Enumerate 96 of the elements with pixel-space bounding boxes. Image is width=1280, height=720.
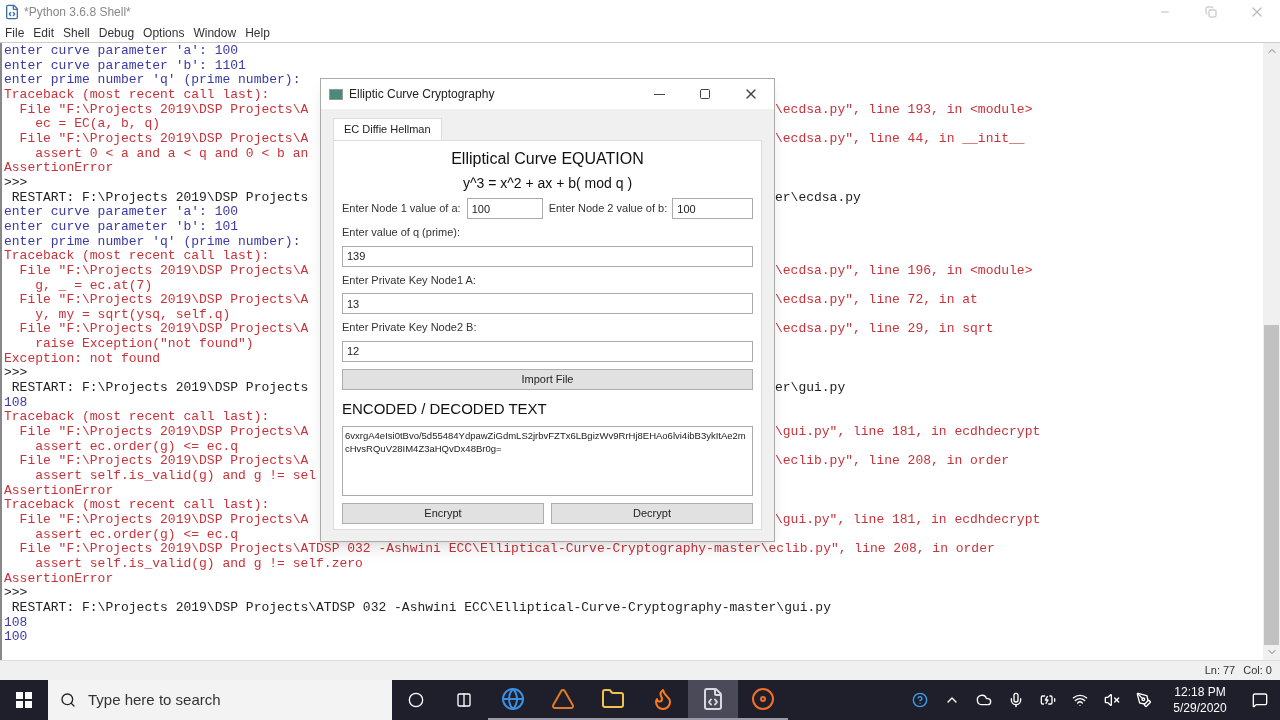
console-line: assert ec.order(g) <= ec.q <box>34 527 239 543</box>
console-line: enter curve parameter 'a': 100 <box>4 44 239 59</box>
tab[interactable]: EC Diffie Hellman <box>333 118 442 140</box>
console-line: File "F:\Projects 2019\DSP Projects\A <box>18 263 310 279</box>
console-line: File "F:\Projects 2019\DSP Projects\A <box>18 454 310 470</box>
console-line: enter prime number 'q' (prime number): <box>4 234 301 250</box>
console-line: 108 <box>4 615 28 631</box>
console-line: File "F:\Projects 2019\DSP Projects\A <box>18 131 310 147</box>
console-line: >>> <box>4 586 28 601</box>
menu-item[interactable]: Window <box>193 23 237 42</box>
menu-item[interactable]: Options <box>143 23 185 42</box>
console-line: Exception: not found <box>4 351 161 367</box>
clock-time[interactable]: 12:18 PM <box>1174 684 1226 700</box>
menu-item[interactable]: Debug <box>98 23 135 42</box>
output-text-area[interactable]: 6vxrgA4eIsi0tBvo/5d55484YdpawZiGdmLS2jrbvFZTx6LBgizWv9RrHj8EHAo6lvi4ibB3ykItAe2mcHvsRQuV28IM4Z3aHQvDx48Br0g= <box>342 426 753 496</box>
console-line: Traceback (most recent call last): <box>4 87 270 103</box>
action-button[interactable]: Decrypt <box>551 503 753 524</box>
menu-item[interactable]: Shell <box>63 23 90 42</box>
circle-icon <box>408 692 424 708</box>
input-field[interactable]: 100 <box>672 198 753 219</box>
console-line: \eclib.py", line 208, in order <box>775 454 1010 470</box>
input-field[interactable]: 13 <box>342 293 753 314</box>
scrollbar[interactable] <box>1263 43 1280 660</box>
console-line: RESTART: F:\Projects 2019\DSP Projects <box>10 190 310 206</box>
menu-item[interactable]: Edit <box>33 23 55 42</box>
input-field[interactable]: 12 <box>342 340 753 362</box>
console-line: Traceback (most recent call last): <box>4 249 270 264</box>
equation-text: y^3 = x^2 + ax + b( mod q ) <box>461 174 634 193</box>
menu-item[interactable]: File <box>5 23 25 42</box>
console-line: >>> <box>4 175 28 191</box>
console-line: g, _ = ec.at(7) <box>34 278 153 294</box>
action-button[interactable]: Encrypt <box>342 503 544 524</box>
console-line: 108 <box>4 395 28 411</box>
console-line: \gui.py", line 181, in ecdhdecrypt <box>775 513 1041 528</box>
console-line: enter prime number 'q' (prime number): <box>4 73 301 88</box>
restore-icon <box>1205 5 1217 18</box>
search-placeholder: Type here to search <box>88 689 221 710</box>
code-file-icon[interactable] <box>688 680 738 720</box>
field-label: Enter Private Key Node1 A: <box>342 272 477 288</box>
console-line: \ecdsa.py", line 193, in <module> <box>775 102 1033 118</box>
console-line: File "F:\Projects 2019\DSP Projects\A <box>18 513 310 528</box>
console-line: \ecdsa.py", line 44, in __init__ <box>775 131 1025 147</box>
dialog-title: Elliptic Curve Cryptography <box>349 86 495 103</box>
input-field[interactable]: 100 <box>466 198 543 219</box>
console-line: assert ec.order(g) <= ec.q <box>34 439 239 455</box>
output-heading: ENCODED / DECODED TEXT <box>342 398 548 419</box>
console-line: >>> <box>4 366 28 382</box>
window-title: *Python 3.6.8 Shell* <box>24 3 131 21</box>
console-line: er\gui.py <box>775 381 846 396</box>
equation-heading: Elliptical Curve EQUATION <box>450 149 645 169</box>
field-label: Enter Node 1 value of a: <box>342 201 461 217</box>
console-line: y, my = sqrt(ysq, self.q) <box>34 307 231 323</box>
search-icon <box>60 692 76 708</box>
console-line: assert self.is_valid(g) and g != self.zero <box>34 556 363 572</box>
console-line: File "F:\Projects 2019\DSP Projects\A <box>18 425 310 440</box>
console-line: RESTART: F:\Projects 2019\DSP Projects <box>10 381 310 396</box>
console-line: enter curve parameter 'a': 100 <box>4 205 239 220</box>
minimize-icon <box>653 93 665 95</box>
field-label: Enter value of q (prime): <box>342 225 461 240</box>
console-line: assert 0 < a and a < q and 0 < b an <box>34 146 309 162</box>
console-line: enter curve parameter 'b': 101 <box>4 219 239 235</box>
message-icon <box>1252 692 1268 708</box>
console-line: \ecdsa.py", line 29, in sqrt <box>775 322 994 338</box>
console-line: File "F:\Projects 2019\DSP Projects\A <box>18 102 310 118</box>
clock-date[interactable]: 5/29/2020 <box>1173 700 1227 716</box>
field-label: Enter Node 2 value of b: <box>548 201 668 217</box>
console-line: er\ecdsa.py <box>775 190 861 206</box>
line-number: Ln: 77 <box>1204 663 1236 679</box>
search-field[interactable]: Type here to search <box>48 680 392 720</box>
console-line: AssertionError <box>4 571 114 587</box>
console-line: 100 <box>4 630 28 645</box>
console-line: File "F:\Projects 2019\DSP Projects\A <box>18 293 310 308</box>
console-line: \gui.py", line 181, in ecdhdecrypt <box>775 425 1041 440</box>
import-file-button[interactable]: Import File <box>342 368 753 390</box>
console-line: ec = EC(a, b, q) <box>34 117 161 132</box>
console-line: File "F:\Projects 2019\DSP Projects\ATDSP 032 -Ashwini ECC\Elliptical-Curve-Cryptography-master\eclib.py", line 208, in order <box>18 542 995 557</box>
maximize-icon <box>699 88 711 100</box>
app-icon <box>329 88 343 100</box>
console-line: RESTART: F:\Projects 2019\DSP Projects\ATDSP 032 -Ashwini ECC\Elliptical-Curve-Cryptography-master\gui.py <box>10 600 831 616</box>
console-line: raise Exception("not found") <box>34 337 254 352</box>
console-line: \ecdsa.py", line 72, in at <box>775 293 978 308</box>
task-view-icon <box>456 692 472 708</box>
console-line: AssertionError <box>4 161 114 176</box>
column-number: Col: 0 <box>1243 663 1272 679</box>
console-line: assert self.is_valid(g) and g != sel <box>34 469 317 484</box>
menu-item[interactable]: Help <box>245 23 270 42</box>
field-label: Enter Private Key Node2 B: <box>342 320 478 335</box>
console-line: File "F:\Projects 2019\DSP Projects\A <box>18 322 310 338</box>
windows-logo-icon <box>16 692 32 708</box>
console-line: AssertionError <box>4 483 114 499</box>
console-line: \ecdsa.py", line 196, in <module> <box>775 263 1033 279</box>
input-field[interactable]: 139 <box>342 245 753 267</box>
console-line: enter curve parameter 'b': 1101 <box>4 58 246 74</box>
python-file-icon <box>4 3 20 20</box>
console-line: Traceback (most recent call last): <box>4 410 270 426</box>
console-line: Traceback (most recent call last): <box>4 498 270 513</box>
